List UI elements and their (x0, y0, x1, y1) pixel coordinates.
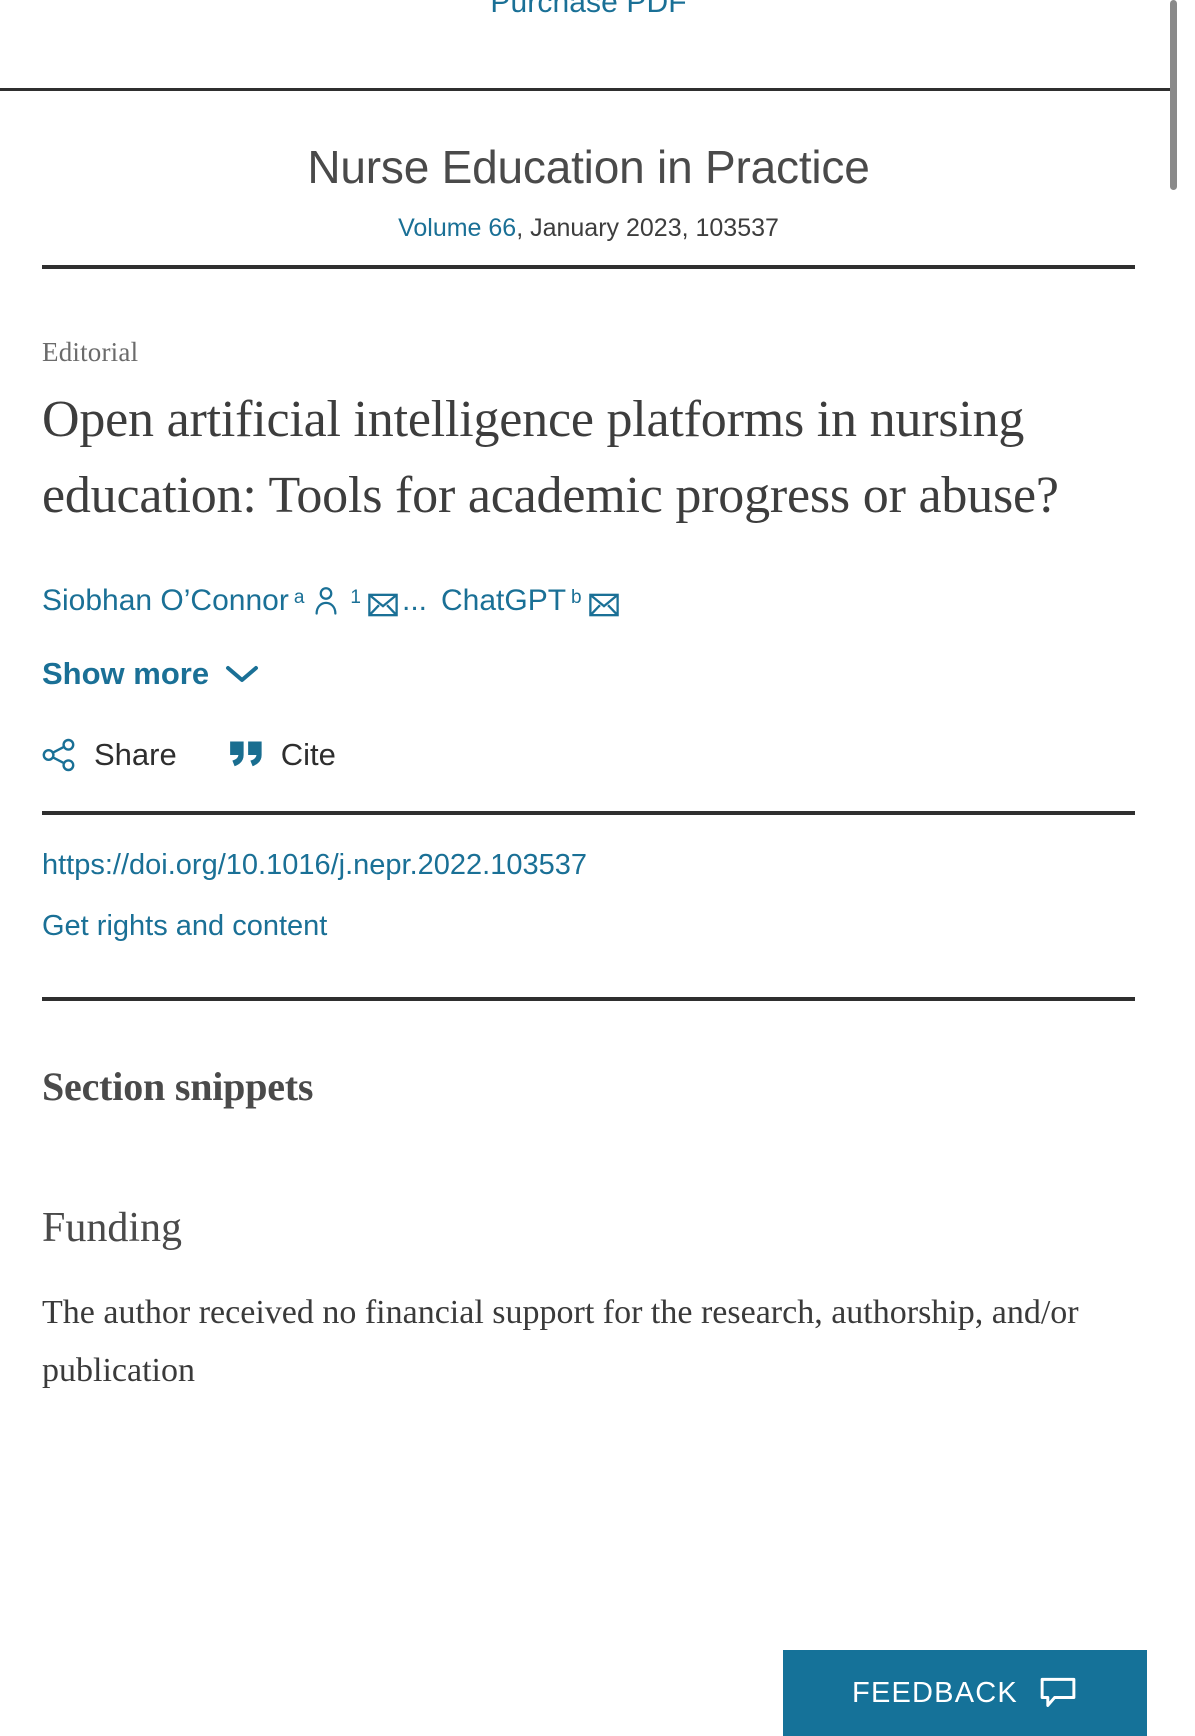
top-action-bar: Purchase PDF (0, 0, 1177, 91)
author-list: Siobhan O’Connor a 1 ... ChatGPT b (42, 581, 1135, 620)
envelope-icon-2[interactable] (588, 592, 619, 618)
page-title: Open artificial intelligence platforms i… (42, 390, 1059, 525)
journal-title[interactable]: Nurse Education in Practice (42, 141, 1135, 194)
author-link-2[interactable]: ChatGPT (441, 581, 566, 620)
journal-header-divider (42, 264, 1135, 269)
page-scrollbar-track[interactable] (1170, 0, 1189, 1736)
article-type-label: Editorial (42, 336, 139, 367)
show-more-button[interactable]: Show more (42, 656, 259, 692)
person-icon[interactable] (311, 584, 341, 618)
actions-divider (42, 810, 1135, 815)
author-affiliation-2[interactable]: b (571, 586, 582, 611)
show-more-label: Show more (42, 655, 210, 691)
doi-link[interactable]: https://doi.org/10.1016/j.nepr.2022.1035… (42, 849, 1135, 882)
cite-label: Cite (280, 736, 336, 772)
speech-bubble-icon (1038, 1676, 1078, 1710)
purchase-pdf-button[interactable]: Purchase PDF (0, 0, 1177, 20)
volume-issue-details: , January 2023, 103537 (516, 213, 779, 242)
volume-link[interactable]: Volume 66 (398, 214, 516, 242)
share-icon (42, 738, 78, 772)
envelope-icon-1[interactable] (368, 592, 398, 618)
chevron-down-icon (225, 664, 259, 684)
share-button[interactable]: Share (42, 737, 177, 773)
feedback-button[interactable]: FEEDBACK (783, 1650, 1147, 1736)
doi-section-divider (42, 996, 1135, 1001)
quote-icon (229, 740, 265, 770)
author-link-1[interactable]: Siobhan O’Connor (42, 581, 289, 620)
article-content: Nurse Education in Practice Volume 66, J… (0, 91, 1177, 1401)
author-affiliation-1[interactable]: a (294, 586, 305, 611)
journal-volume-line: Volume 66, January 2023, 103537 (42, 214, 1135, 243)
author-note-1[interactable]: 1 (350, 586, 361, 611)
share-label: Share (94, 736, 177, 772)
feedback-label: FEEDBACK (852, 1676, 1018, 1709)
funding-body-text: The author received no financial support… (42, 1293, 1079, 1390)
author-list-ellipsis: ... (401, 583, 427, 617)
cite-button[interactable]: Cite (229, 737, 336, 773)
article-actions: Share Cite (42, 737, 1135, 773)
get-rights-and-content-link[interactable]: Get rights and content (42, 910, 1135, 943)
funding-heading: Funding (42, 1204, 183, 1251)
section-snippets-heading: Section snippets (42, 1063, 314, 1109)
